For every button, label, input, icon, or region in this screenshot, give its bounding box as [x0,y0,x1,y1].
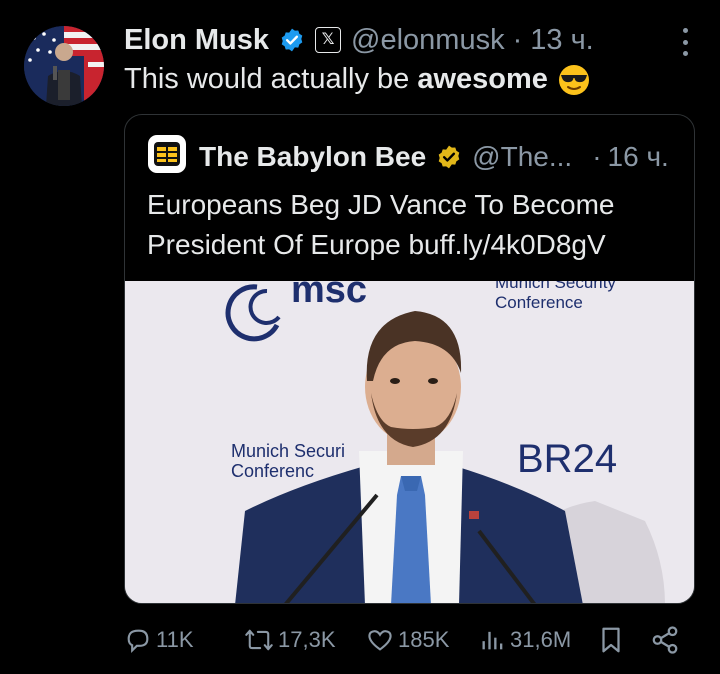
quote-author-name[interactable]: The Babylon Bee [199,141,426,173]
reply-button[interactable]: 11K [124,626,194,654]
quoted-tweet[interactable]: The Babylon Bee @The... · 16 ч. European… [124,114,695,604]
views-button[interactable]: 31,6M [480,626,571,654]
reply-count: 11K [156,627,194,652]
like-icon [368,630,392,651]
conference-sign-top-line1: Munich Security [495,281,616,292]
conference-sign-top-line2: Conference [495,293,583,312]
quote-separator-dot: · [592,141,602,172]
tweet-header: Elon Musk 𝕏 @elonmusk · 13 ч. [124,22,690,58]
quote-header: The Babylon Bee @The... · 16 ч. [147,134,669,177]
author-name[interactable]: Elon Musk [124,24,269,57]
author-avatar[interactable] [24,26,104,106]
views-count: 31,6M [510,627,572,652]
podium-sign-line1: Munich Securi [231,441,346,461]
bookmark-button[interactable] [598,625,628,655]
quote-media-image[interactable]: msc Munich Security Conference Munich Se… [125,281,694,603]
br24-logo: BR24 [517,437,618,481]
like-count: 185K [398,627,450,652]
quote-text: Europeans Beg JD Vance To Become Preside… [147,189,615,260]
sunglasses-emoji-icon [558,64,590,96]
tweet-text-plain: This would actually be [124,63,410,95]
avatar-image [24,26,104,106]
quote-author-handle[interactable]: @The... [472,141,572,173]
verified-badge-icon[interactable] [279,27,305,53]
views-icon [482,631,503,650]
separator-dot: · [512,23,523,56]
quote-time[interactable]: 16 ч. [608,141,669,173]
x-affiliate-icon[interactable]: 𝕏 [315,27,342,53]
author-handle[interactable]: @elonmusk [351,24,505,57]
like-button[interactable]: 185K [366,626,449,654]
more-icon[interactable] [680,28,690,56]
tweet-time[interactable]: 13 ч. [530,24,593,57]
quote-avatar[interactable] [147,134,187,181]
tweet-text-bold: awesome [417,63,548,95]
share-icon [652,626,678,654]
podium-sign-line2: Conferenc [231,461,315,481]
gold-verified-badge-icon[interactable] [436,144,462,170]
repost-button[interactable]: 17,3K [244,626,336,654]
repost-icon [245,629,273,651]
action-bar: 11K 17,3K 185K 31,6M [124,620,684,660]
tweet-text: This would actually be awesome [124,63,590,96]
bookmark-icon [602,627,620,653]
msc-logo-text: msc [291,281,368,311]
repost-count: 17,3K [278,627,336,652]
share-button[interactable] [650,625,684,655]
reply-icon [127,629,149,654]
